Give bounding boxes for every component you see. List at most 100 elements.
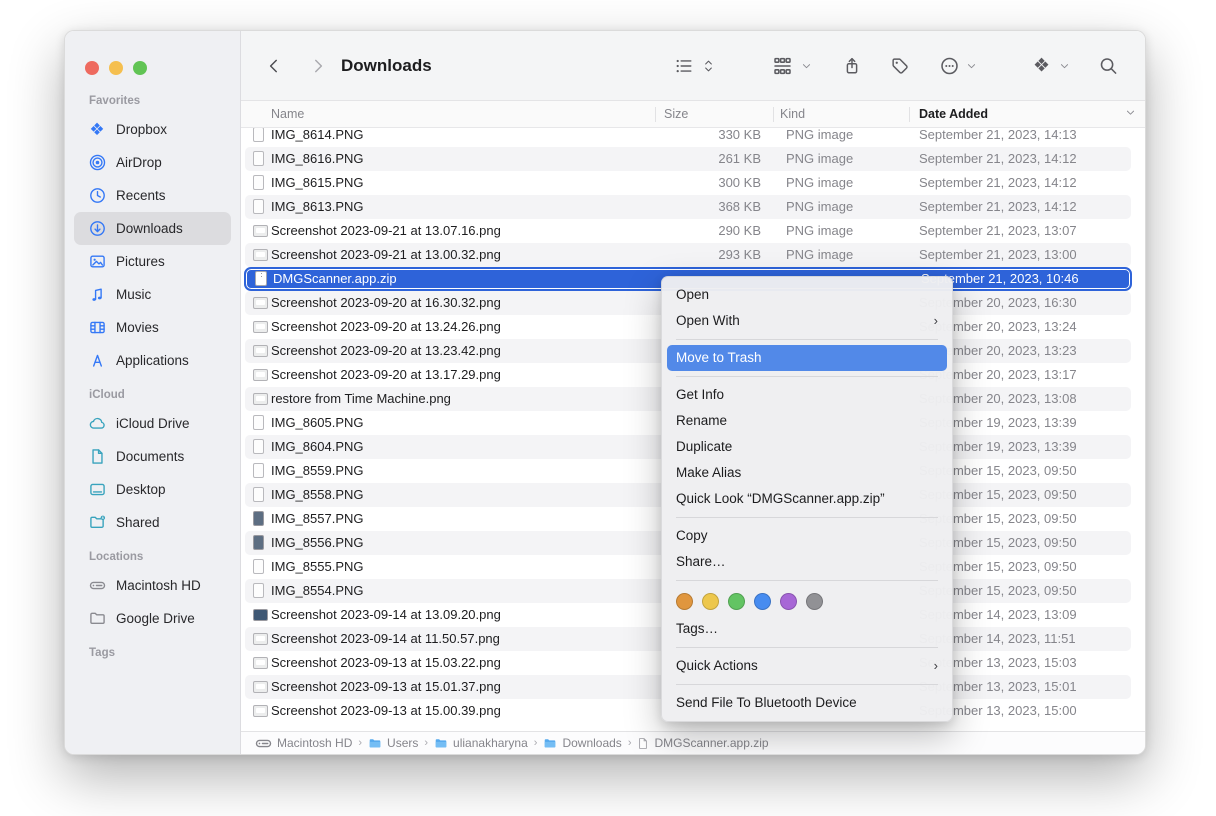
sidebar-item-label: Documents [116,449,184,464]
file-kind: PNG image [786,243,853,267]
menu-item-tags[interactable]: Tags… [667,616,947,642]
menu-item-open[interactable]: Open [667,282,947,308]
folder-blue-icon [434,737,448,750]
sidebar-item-applications[interactable]: Applications [74,344,231,377]
photo-portrait-dark-icon [253,535,264,550]
window-title: Downloads [341,56,432,76]
file-name: Screenshot 2023-09-20 at 16.30.32.png [271,291,501,315]
tags-button[interactable] [891,57,909,75]
file-size: 261 KB [621,147,761,171]
sidebar-item-label: Recents [116,188,166,203]
menu-item-move-to-trash[interactable]: Move to Trash [667,345,947,371]
photo-portrait-icon [253,487,264,502]
file-date-added: September 21, 2023, 13:07 [919,219,1077,243]
sidebar-section-title: Locations [65,551,240,569]
column-header-size[interactable]: Size [664,107,688,121]
column-header-name[interactable]: Name [271,107,304,121]
sidebar-item-desktop[interactable]: Desktop [74,473,231,506]
view-list-button[interactable] [675,57,693,75]
more-actions-button[interactable] [940,56,959,75]
folder-blue-icon [543,737,557,750]
path-item-label: ulianakharyna [453,736,528,750]
sidebar-item-music[interactable]: Music [74,278,231,311]
sidebar-section-title: Tags [65,647,240,665]
menu-item-duplicate[interactable]: Duplicate [667,434,947,460]
photo-portrait-dark-icon [253,511,264,526]
dropbox-chevron-icon [1059,60,1070,71]
sidebar-item-macintosh-hd[interactable]: Macintosh HD [74,569,231,602]
sidebar-item-pictures[interactable]: Pictures [74,245,231,278]
menu-separator [676,580,938,581]
sidebar-item-shared[interactable]: Shared [74,506,231,539]
file-row[interactable]: Screenshot 2023-09-21 at 13.00.32.png293… [245,243,1131,267]
zoom-button[interactable] [133,61,147,75]
column-header-date-added[interactable]: Date Added [919,107,988,121]
sidebar-item-movies[interactable]: Movies [74,311,231,344]
tag-color-dot[interactable] [676,593,693,610]
menu-item-quick-look-dmgscanner-app-zip[interactable]: Quick Look “DMGScanner.app.zip” [667,486,947,512]
sidebar-item-dropbox[interactable]: ❖Dropbox [74,113,231,146]
sidebar-section: Tags [65,647,240,665]
minimize-button[interactable] [109,61,123,75]
photo-portrait-icon [253,128,264,142]
file-name: restore from Time Machine.png [271,387,451,411]
menu-item-copy[interactable]: Copy [667,523,947,549]
sidebar-section: LocationsMacintosh HD Google Drive [65,551,240,635]
dropbox-button[interactable]: ❖ [1033,56,1050,75]
file-name: IMG_8555.PNG [271,555,364,579]
forward-button[interactable] [309,57,327,75]
tag-color-dot[interactable] [728,593,745,610]
path-item-macintosh-hd[interactable]: Macintosh HD [255,735,352,752]
share-button[interactable] [843,56,861,75]
sidebar-item-icloud-drive[interactable]: iCloud Drive [74,407,231,440]
screenshot-icon [253,297,268,309]
file-row[interactable]: Screenshot 2023-09-21 at 13.07.16.png290… [241,219,1145,243]
sidebar-item-label: Pictures [116,254,165,269]
tag-color-dot[interactable] [754,593,771,610]
menu-item-open-with[interactable]: Open With› [667,308,947,334]
file-name: IMG_8614.PNG [271,128,364,147]
tag-color-dot[interactable] [806,593,823,610]
tag-color-dot[interactable] [702,593,719,610]
sidebar-item-recents[interactable]: Recents [74,179,231,212]
tag-color-dot[interactable] [780,593,797,610]
sidebar-item-label: iCloud Drive [116,416,190,431]
sidebar-item-label: Movies [116,320,159,335]
screenshot-icon [253,225,268,237]
close-button[interactable] [85,61,99,75]
more-chevron-icon [966,60,977,71]
sidebar-item-label: Google Drive [116,611,195,626]
file-name: IMG_8556.PNG [271,531,364,555]
path-item-dmgscanner-app-zip[interactable]: DMGScanner.app.zip [637,736,768,750]
path-item-downloads[interactable]: Downloads [543,736,621,750]
file-name: Screenshot 2023-09-14 at 13.09.20.png [271,603,501,627]
music-note-icon [87,286,107,304]
path-separator: › [628,737,632,749]
file-row[interactable]: IMG_8613.PNG368 KBPNG imageSeptember 21,… [245,195,1131,219]
group-button[interactable] [773,56,792,75]
film-icon [87,319,107,337]
file-size: 300 KB [621,171,761,195]
menu-item-share[interactable]: Share… [667,549,947,575]
menu-item-rename[interactable]: Rename [667,408,947,434]
column-separator [773,107,774,122]
file-row[interactable]: IMG_8614.PNG330 KBPNG imageSeptember 21,… [241,128,1145,147]
file-name: Screenshot 2023-09-14 at 11.50.57.png [271,627,500,651]
menu-item-quick-actions[interactable]: Quick Actions› [667,653,947,679]
file-row[interactable]: IMG_8615.PNG300 KBPNG imageSeptember 21,… [241,171,1145,195]
back-button[interactable] [265,57,283,75]
path-item-users[interactable]: Users [368,736,418,750]
sidebar-item-google-drive[interactable]: Google Drive [74,602,231,635]
menu-item-get-info[interactable]: Get Info [667,382,947,408]
column-header-kind[interactable]: Kind [780,107,805,121]
view-sort-toggle[interactable] [702,58,715,73]
search-button[interactable] [1099,56,1118,75]
menu-item-make-alias[interactable]: Make Alias [667,460,947,486]
sidebar-item-airdrop[interactable]: AirDrop [74,146,231,179]
menu-item-send-file-to-bluetooth-device[interactable]: Send File To Bluetooth Device [667,690,947,716]
sidebar-item-downloads[interactable]: Downloads [74,212,231,245]
file-row[interactable]: IMG_8616.PNG261 KBPNG imageSeptember 21,… [245,147,1131,171]
sidebar-item-documents[interactable]: Documents [74,440,231,473]
file-size: 293 KB [621,243,761,267]
path-item-ulianakharyna[interactable]: ulianakharyna [434,736,528,750]
